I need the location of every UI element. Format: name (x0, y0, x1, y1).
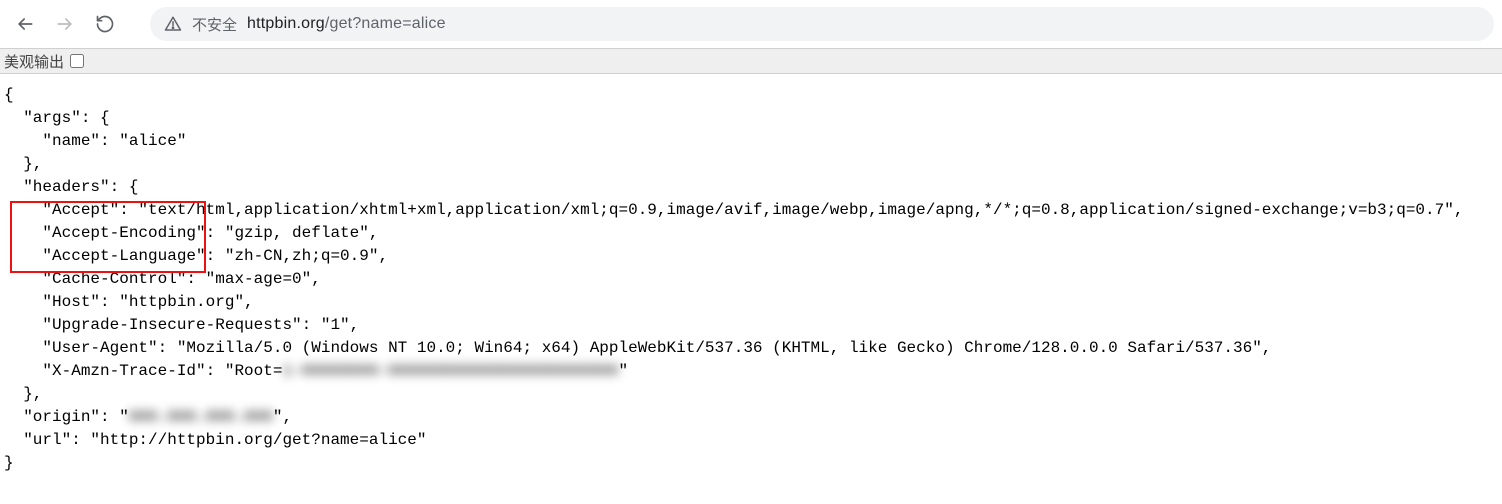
json-line-origin: "origin": "000.000.000.000", (4, 408, 302, 426)
json-line-trace-id: "X-Amzn-Trace-Id": "Root=1-00000000-0000… (4, 362, 628, 380)
json-line-headers: "headers": { (4, 178, 138, 196)
json-line-upgrade: "Upgrade-Insecure-Requests": "1", (4, 316, 369, 334)
json-line-close: } (4, 454, 14, 472)
reload-button[interactable] (88, 7, 122, 41)
json-line-host: "Host": "httpbin.org", (4, 293, 263, 311)
json-line-headers-close: }, (4, 385, 52, 403)
json-line-accept-encoding: "Accept-Encoding": "gzip, deflate", (4, 224, 388, 242)
redacted-origin: 000.000.000.000 (129, 408, 273, 426)
json-line-url: "url": "http://httpbin.org/get?name=alic… (4, 431, 426, 449)
redacted-trace-id: 1-00000000-000000000000000000000000 (282, 362, 618, 380)
pretty-print-label: 美观输出 (4, 51, 64, 72)
back-button[interactable] (8, 7, 42, 41)
insecure-label: 不安全 (192, 14, 237, 35)
json-line-cache-control: "Cache-Control": "max-age=0", (4, 270, 330, 288)
browser-toolbar: 不安全 httpbin.org/get?name=alice (0, 0, 1502, 48)
pretty-print-checkbox[interactable] (70, 54, 84, 68)
json-line-args-close: }, (4, 155, 52, 173)
forward-button[interactable] (48, 7, 82, 41)
address-bar[interactable]: 不安全 httpbin.org/get?name=alice (150, 7, 1494, 41)
json-response-body: { "args": { "name": "alice" }, "headers"… (0, 74, 1502, 479)
json-line-accept: "Accept": "text/html,application/xhtml+x… (4, 201, 1473, 219)
json-line: { (4, 86, 14, 104)
json-line-args-name: "name": "alice" (4, 132, 186, 150)
json-viewer-infobar: 美观输出 (0, 48, 1502, 74)
insecure-icon (164, 15, 182, 33)
json-line-args: "args": { (4, 109, 110, 127)
json-line-user-agent: "User-Agent": "Mozilla/5.0 (Windows NT 1… (4, 339, 1281, 357)
url-text: httpbin.org/get?name=alice (247, 15, 446, 33)
json-line-accept-language: "Accept-Language": "zh-CN,zh;q=0.9", (4, 247, 398, 265)
